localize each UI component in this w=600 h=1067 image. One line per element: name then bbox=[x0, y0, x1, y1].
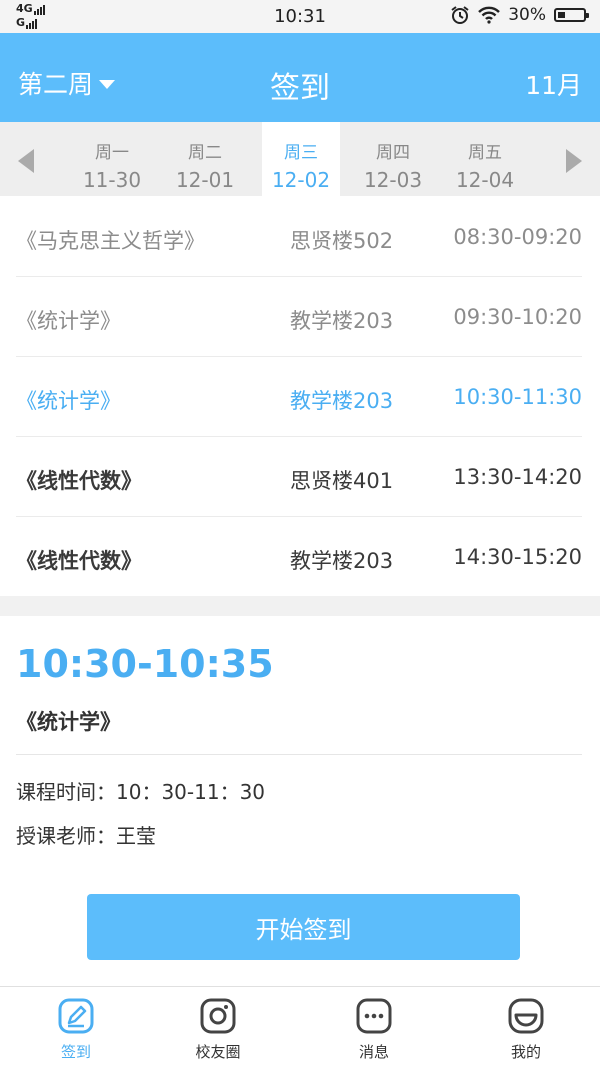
course-name: 《马克思主义哲学》 bbox=[16, 229, 205, 253]
battery-percent: 30% bbox=[508, 5, 546, 25]
course-time: 09:30-10:20 bbox=[453, 305, 582, 329]
wifi-icon bbox=[478, 6, 501, 24]
course-list: 《马克思主义哲学》 思贤楼502 08:30-09:20 《统计学》 教学楼20… bbox=[0, 196, 600, 596]
day-tab[interactable]: 周五 12-04 bbox=[446, 122, 524, 196]
course-row[interactable]: 《统计学》 教学楼203 09:30-10:20 bbox=[16, 276, 582, 357]
day-name: 周一 bbox=[95, 143, 129, 163]
course-time: 10:30-11:30 bbox=[453, 385, 582, 409]
day-name: 周三 bbox=[284, 143, 318, 163]
course-row[interactable]: 《线性代数》 思贤楼401 13:30-14:20 bbox=[16, 436, 582, 517]
month-label[interactable]: 11月 bbox=[525, 66, 582, 102]
tab-checkin[interactable]: 签到 bbox=[16, 997, 136, 1062]
day-date: 12-02 bbox=[271, 168, 331, 192]
course-time: 08:30-09:20 bbox=[453, 225, 582, 249]
day-tab[interactable]: 周四 12-03 bbox=[354, 122, 432, 196]
arrow-left-icon[interactable] bbox=[18, 149, 34, 173]
checkin-card: 10:30-10:35 《统计学》 课程时间：10：30-11：30 授课老师：… bbox=[0, 616, 600, 986]
course-row[interactable]: 《统计学》 教学楼203 10:30-11:30 bbox=[16, 356, 582, 437]
day-tab[interactable]: 周二 12-01 bbox=[166, 122, 244, 196]
tab-alumni-circle[interactable]: 校友圈 bbox=[158, 997, 278, 1062]
battery-icon bbox=[554, 8, 589, 22]
course-row[interactable]: 《线性代数》 教学楼203 14:30-15:20 bbox=[16, 516, 582, 596]
teacher-info: 授课老师：王莹 bbox=[16, 824, 156, 848]
course-name: 《统计学》 bbox=[16, 389, 121, 413]
course-row[interactable]: 《马克思主义哲学》 思贤楼502 08:30-09:20 bbox=[16, 196, 582, 277]
page-title: 签到 bbox=[270, 71, 330, 106]
course-name: 《线性代数》 bbox=[16, 549, 142, 573]
week-day-strip: 周一 11-30 周二 12-01 周三 12-02 周四 12-03 周五 1… bbox=[0, 122, 600, 196]
course-time-info: 课程时间：10：30-11：30 bbox=[16, 780, 266, 804]
status-right: 30% bbox=[450, 5, 589, 25]
tab-label: 我的 bbox=[510, 1043, 541, 1061]
alarm-icon bbox=[451, 6, 469, 24]
course-room: 思贤楼502 bbox=[290, 229, 394, 253]
tab-label: 消息 bbox=[358, 1043, 389, 1061]
tab-label: 签到 bbox=[60, 1043, 91, 1061]
camera-icon bbox=[200, 998, 236, 1034]
tab-messages[interactable]: 消息 bbox=[314, 997, 434, 1062]
card-course-name: 《统计学》 bbox=[16, 710, 121, 734]
course-room: 思贤楼401 bbox=[290, 469, 394, 493]
smile-icon bbox=[508, 998, 544, 1034]
course-room: 教学楼203 bbox=[290, 549, 394, 573]
checkin-window: 10:30-10:35 bbox=[16, 642, 274, 686]
course-time: 14:30-15:20 bbox=[453, 545, 582, 569]
tab-me[interactable]: 我的 bbox=[466, 997, 586, 1062]
day-name: 周二 bbox=[188, 143, 222, 163]
chat-icon bbox=[356, 998, 392, 1034]
divider bbox=[16, 754, 582, 755]
app-header: 第二周 签到 11月 bbox=[0, 33, 600, 122]
day-date: 12-01 bbox=[175, 168, 235, 192]
tab-label: 校友圈 bbox=[195, 1043, 241, 1061]
day-name: 周四 bbox=[376, 143, 410, 163]
pencil-icon bbox=[58, 998, 94, 1034]
day-name: 周五 bbox=[468, 143, 502, 163]
course-name: 《线性代数》 bbox=[16, 469, 142, 493]
day-tab[interactable]: 周一 11-30 bbox=[73, 122, 151, 196]
day-tab[interactable]: 周三 12-02 bbox=[262, 122, 340, 196]
arrow-right-icon[interactable] bbox=[566, 149, 582, 173]
status-bar: 4G G 10:31 30% bbox=[0, 0, 600, 33]
course-room: 教学楼203 bbox=[290, 389, 394, 413]
day-date: 12-04 bbox=[455, 168, 515, 192]
bottom-tab-bar: 签到 校友圈 消息 我的 bbox=[0, 986, 600, 1067]
course-time: 13:30-14:20 bbox=[453, 465, 582, 489]
day-date: 12-03 bbox=[363, 168, 423, 192]
start-checkin-button[interactable]: 开始签到 bbox=[87, 894, 520, 960]
course-room: 教学楼203 bbox=[290, 309, 394, 333]
course-name: 《统计学》 bbox=[16, 309, 121, 333]
day-date: 11-30 bbox=[82, 168, 142, 192]
